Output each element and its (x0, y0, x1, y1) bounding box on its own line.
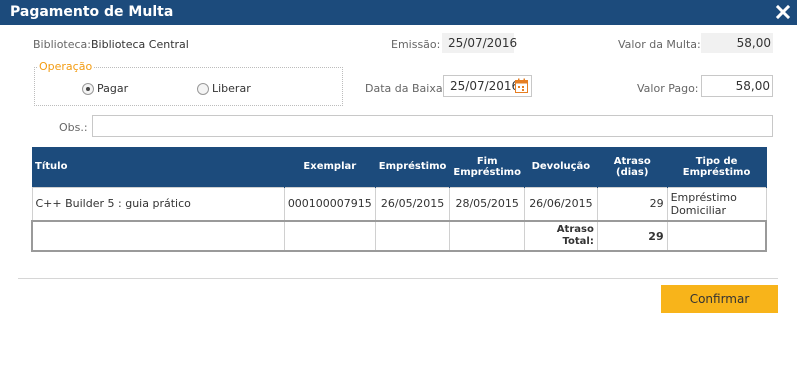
valor-pago-input[interactable]: 58,00 (701, 75, 773, 97)
total-value: 29 (596, 220, 668, 252)
calendar-icon[interactable] (515, 78, 528, 93)
total-label-line1: Atraso (556, 224, 594, 235)
header-atraso[interactable]: Atraso (dias) (597, 147, 668, 187)
radio-pagar[interactable]: Pagar (82, 82, 128, 95)
cell-tipo: Empréstimo Domiciliar (666, 186, 767, 222)
table-total-row: Atraso Total: 29 (30, 220, 767, 252)
biblioteca-value: Biblioteca Central (91, 38, 189, 51)
header-fim-line2: Empréstimo (453, 166, 521, 178)
data-baixa-input[interactable]: 25/07/2016 (443, 75, 532, 97)
data-baixa-label: Data da Baixa: (365, 82, 447, 95)
total-empty-cell (449, 220, 525, 252)
valor-multa-value: 58,00 (736, 36, 771, 50)
multa-table: Título Exemplar Empréstimo Fim Empréstim… (30, 147, 767, 252)
window-title: Pagamento de Multa (10, 4, 174, 20)
footer-divider (18, 278, 778, 279)
header-emprestimo[interactable]: Empréstimo (375, 147, 451, 187)
cell-atraso: 29 (596, 186, 668, 222)
total-empty-cell (30, 220, 285, 252)
data-baixa-value: 25/07/2016 (450, 79, 520, 93)
header-fim-emprestimo[interactable]: Fim Empréstimo (449, 147, 525, 187)
header-exemplar[interactable]: Exemplar (284, 147, 376, 187)
close-icon[interactable] (775, 2, 791, 22)
header-devolucao[interactable]: Devolução (524, 147, 598, 187)
header-tipo[interactable]: Tipo de Empréstimo (667, 147, 767, 187)
table-header-row: Título Exemplar Empréstimo Fim Empréstim… (32, 147, 767, 187)
radio-liberar-label: Liberar (212, 82, 251, 95)
obs-input[interactable] (92, 115, 773, 137)
cell-tipo-line1: Empréstimo (670, 190, 737, 204)
confirm-button[interactable]: Confirmar (661, 285, 778, 313)
total-empty-cell (666, 220, 767, 252)
valor-pago-label: Valor Pago: (637, 82, 699, 95)
header-titulo[interactable]: Título (32, 147, 285, 187)
obs-label: Obs.: (59, 121, 88, 134)
emissao-value: 25/07/2016 (448, 36, 518, 50)
radio-pagar-label: Pagar (97, 82, 129, 95)
radio-liberar[interactable]: Liberar (197, 82, 251, 95)
total-empty-cell (374, 220, 451, 252)
cell-titulo: C++ Builder 5 : guia prático (31, 186, 285, 222)
biblioteca-label: Biblioteca: (33, 38, 92, 51)
radio-pagar-indicator[interactable] (82, 82, 94, 95)
window-titlebar: Pagamento de Multa (0, 0, 797, 25)
total-label: Atraso Total: (523, 220, 598, 252)
operacao-legend: Operação (37, 60, 95, 73)
valor-pago-value: 58,00 (735, 79, 770, 93)
cell-devolucao: 26/06/2015 (523, 186, 598, 222)
emissao-label: Emissão: (391, 38, 441, 51)
header-fim-line1: Fim (476, 155, 498, 167)
valor-multa-field: 58,00 (701, 33, 773, 53)
cell-emprestimo: 26/05/2015 (374, 186, 451, 222)
cell-tipo-line2: Domiciliar (670, 203, 727, 217)
table-row[interactable]: C++ Builder 5 : guia prático 00010000791… (31, 186, 767, 222)
cell-exemplar: 000100007915 (283, 186, 376, 222)
emissao-field: 25/07/2016 (442, 33, 518, 53)
cell-fim-emprestimo: 28/05/2015 (449, 186, 525, 222)
total-empty-cell (283, 220, 376, 252)
valor-multa-label: Valor da Multa: (618, 38, 701, 51)
radio-liberar-indicator[interactable] (197, 82, 209, 95)
total-label-line2: Total: (562, 236, 594, 247)
